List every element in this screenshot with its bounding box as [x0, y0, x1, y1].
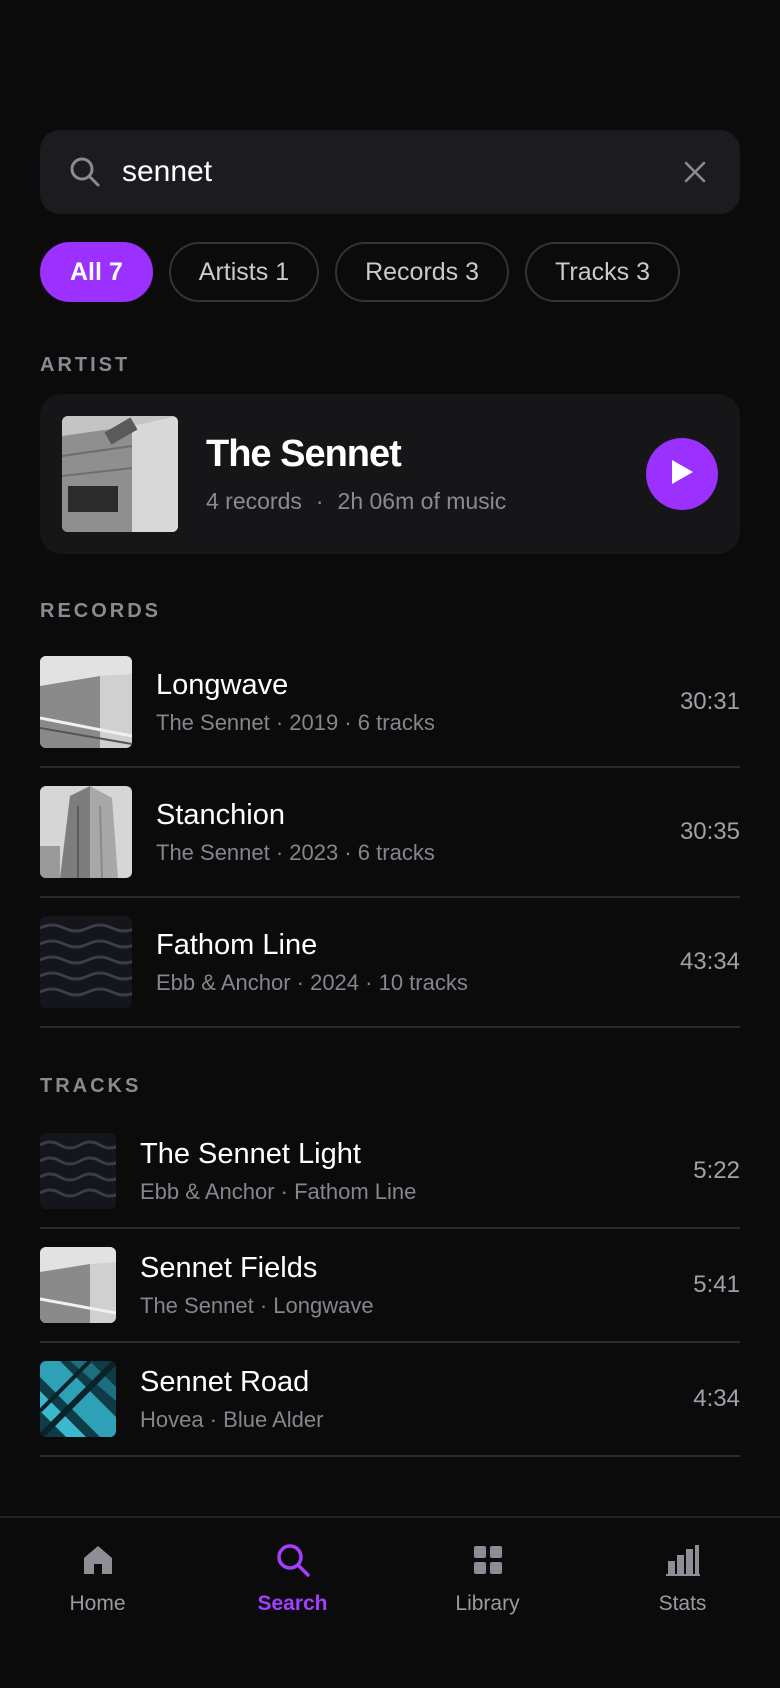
record-subtitle: Ebb & Anchor · 2024 · 10 tracks — [156, 969, 468, 995]
track-cover — [40, 1133, 116, 1209]
track-duration: 5:41 — [693, 1271, 740, 1298]
play-icon — [669, 458, 695, 491]
artist-card[interactable]: The Sennet 4 records · 2h 06m of music — [40, 394, 740, 554]
record-cover — [40, 916, 132, 1008]
nav-label-search: Search — [257, 1592, 328, 1615]
nav-label-library: Library — [455, 1592, 520, 1615]
artist-record-count: 4 records — [206, 488, 302, 514]
bottom-nav: Home Search Library Stats — [0, 1516, 780, 1688]
record-cover — [40, 656, 132, 748]
record-title: Fathom Line — [156, 928, 318, 961]
track-title: The Sennet Light — [140, 1137, 361, 1170]
record-duration: 43:34 — [679, 948, 740, 975]
record-duration: 30:35 — [679, 818, 740, 845]
bar-chart-icon — [663, 1540, 703, 1580]
record-title: Stanchion — [156, 798, 285, 831]
track-title: Sennet Road — [140, 1365, 310, 1398]
track-row[interactable]: Sennet Fields The Sennet · Longwave 5:41 — [40, 1229, 740, 1343]
nav-item-stats[interactable]: Stats — [585, 1518, 780, 1688]
record-cover — [40, 786, 132, 878]
track-subtitle: Ebb & Anchor · Fathom Line — [140, 1178, 417, 1204]
filter-chip-all[interactable]: All 7 — [40, 242, 153, 302]
tracks-list: The Sennet Light Ebb & Anchor · Fathom L… — [40, 1115, 740, 1457]
home-icon — [78, 1540, 118, 1580]
record-title: Longwave — [156, 668, 289, 701]
track-title: Sennet Fields — [140, 1251, 318, 1284]
nav-label-home: Home — [69, 1592, 126, 1615]
search-screen: All 7 Artists 1 Records 3 Tracks 3 ARTIS… — [0, 0, 780, 1688]
artist-duration: 2h 06m of music — [337, 488, 507, 514]
nav-label-stats: Stats — [658, 1592, 707, 1615]
record-row[interactable]: Fathom Line Ebb & Anchor · 2024 · 10 tra… — [40, 898, 740, 1028]
section-label-records: RECORDS — [40, 600, 162, 622]
clear-icon[interactable] — [678, 155, 712, 189]
track-cover — [40, 1361, 116, 1437]
artist-image — [62, 416, 178, 532]
search-input[interactable] — [122, 155, 678, 189]
track-cover — [40, 1247, 116, 1323]
track-row[interactable]: The Sennet Light Ebb & Anchor · Fathom L… — [40, 1115, 740, 1229]
record-row[interactable]: Stanchion The Sennet · 2023 · 6 tracks 3… — [40, 768, 740, 898]
records-list: Longwave The Sennet · 2019 · 6 tracks 30… — [40, 638, 740, 1028]
search-icon — [273, 1540, 313, 1580]
nav-item-library[interactable]: Library — [390, 1518, 585, 1688]
artist-name: The Sennet — [206, 433, 402, 475]
record-subtitle: The Sennet · 2019 · 6 tracks — [156, 709, 435, 735]
record-row[interactable]: Longwave The Sennet · 2019 · 6 tracks 30… — [40, 638, 740, 768]
nav-item-home[interactable]: Home — [0, 1518, 195, 1688]
track-duration: 4:34 — [693, 1385, 740, 1412]
section-label-tracks: TRACKS — [40, 1075, 142, 1097]
meta-separator: · — [315, 488, 324, 514]
nav-item-search[interactable]: Search — [195, 1518, 390, 1688]
filter-chip-records[interactable]: Records 3 — [335, 242, 510, 302]
play-button[interactable] — [646, 438, 718, 510]
section-label-artist: ARTIST — [40, 354, 131, 376]
grid-icon — [468, 1540, 508, 1580]
search-bar[interactable] — [40, 130, 740, 214]
record-subtitle: The Sennet · 2023 · 6 tracks — [156, 839, 435, 865]
track-duration: 5:22 — [693, 1157, 740, 1184]
track-subtitle: The Sennet · Longwave — [140, 1292, 374, 1318]
filter-chip-tracks[interactable]: Tracks 3 — [525, 242, 680, 302]
record-duration: 30:31 — [679, 688, 740, 715]
filter-chips: All 7 Artists 1 Records 3 Tracks 3 — [40, 242, 680, 302]
track-row[interactable]: Sennet Road Hovea · Blue Alder 4:34 — [40, 1343, 740, 1457]
search-icon — [68, 154, 104, 190]
filter-chip-artists[interactable]: Artists 1 — [168, 242, 320, 302]
track-subtitle: Hovea · Blue Alder — [140, 1406, 324, 1432]
